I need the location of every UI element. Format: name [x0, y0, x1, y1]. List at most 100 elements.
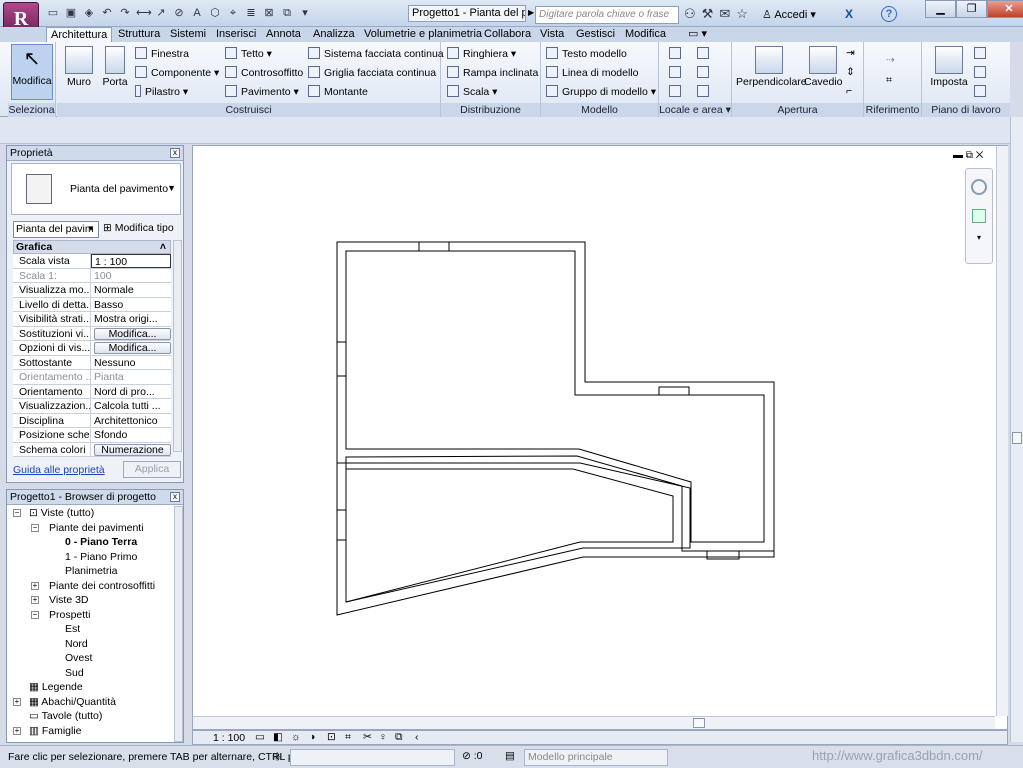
viewer-icon[interactable]: [974, 85, 990, 99]
componente-button[interactable]: Componente ▾: [135, 66, 219, 80]
ribbon-minimize-icon[interactable]: ▭ ▾: [684, 27, 711, 42]
tab-vista[interactable]: Vista: [536, 27, 568, 42]
tab-inserisci[interactable]: Inserisci: [212, 27, 260, 42]
collapse-icon[interactable]: −: [13, 509, 21, 517]
room-icon[interactable]: [669, 47, 685, 61]
property-value[interactable]: Mostra origi...: [91, 312, 171, 326]
open-icon[interactable]: ▭: [46, 6, 60, 20]
property-value[interactable]: Normale: [91, 283, 171, 297]
modifica-button[interactable]: Modifica...: [94, 327, 171, 340]
collapse-icon[interactable]: −: [31, 523, 39, 532]
temporary-hide-icon[interactable]: ✂: [363, 731, 372, 744]
testo-modello-button[interactable]: Testo modello: [546, 47, 627, 61]
gruppo-modello-button[interactable]: Gruppo di modello ▾: [546, 85, 656, 99]
tab-sistemi[interactable]: Sistemi: [166, 27, 210, 42]
visual-style-icon[interactable]: ◧: [273, 731, 283, 744]
design-option-dropdown[interactable]: Modello principale: [524, 749, 668, 766]
tree-node-prospetti[interactable]: − Prospetti: [7, 608, 173, 623]
crop-view-icon[interactable]: ⊡: [327, 731, 336, 744]
tab-annota[interactable]: Annota: [262, 27, 305, 42]
panel-label-locale-area[interactable]: Locale e area ▾: [659, 103, 731, 117]
perpendicolare-button[interactable]: Perpendicolare: [736, 46, 807, 88]
tab-gestisci[interactable]: Gestisci: [572, 27, 619, 42]
ringhiera-button[interactable]: Ringhiera ▾: [447, 47, 516, 61]
tree-node-abachi[interactable]: + ▦ Abachi/Quantità: [7, 695, 173, 710]
tree-node-piante-pavimenti[interactable]: − Piante dei pavimenti: [7, 521, 173, 536]
tree-node-ovest[interactable]: Ovest: [7, 651, 173, 666]
porta-button[interactable]: Porta: [99, 46, 131, 88]
tree-node-planimetria[interactable]: Planimetria: [7, 564, 173, 579]
save-icon[interactable]: ▣: [64, 6, 78, 20]
property-value-input[interactable]: 1 : 100: [91, 254, 171, 268]
tree-node-viste[interactable]: − ⊡ Viste (tutto): [7, 506, 173, 521]
expand-icon[interactable]: +: [13, 697, 21, 706]
binoculars-icon[interactable]: ⚇: [684, 6, 696, 22]
finestra-button[interactable]: Finestra: [135, 47, 189, 61]
tetto-button[interactable]: Tetto ▾: [225, 47, 272, 61]
tree-node-viste-3d[interactable]: + Viste 3D: [7, 593, 173, 608]
modifica-button[interactable]: ↖ Modifica: [11, 44, 53, 100]
grid-icon[interactable]: ⌗: [886, 74, 892, 87]
drawing-area[interactable]: ▬ ⧉ ✕ ▾: [192, 145, 1008, 730]
muro-button[interactable]: Muro: [61, 46, 97, 88]
pavimento-button[interactable]: Pavimento ▾: [225, 85, 299, 99]
cavedio-button[interactable]: Cavedio: [804, 46, 843, 88]
reveal-hidden-icon[interactable]: ♀: [379, 731, 387, 744]
tab-architettura[interactable]: Architettura: [46, 27, 113, 43]
favorites-icon[interactable]: ☆: [736, 6, 748, 22]
linea-modello-button[interactable]: Linea di modello: [546, 66, 638, 80]
property-value[interactable]: Basso: [91, 297, 171, 311]
property-value[interactable]: Nord di pro...: [91, 384, 171, 398]
undo-icon[interactable]: ↶: [100, 6, 114, 20]
detail-level-icon[interactable]: ▭: [255, 731, 265, 744]
close-hidden-icon[interactable]: ⊠: [262, 6, 276, 20]
properties-scrollbar[interactable]: [173, 240, 182, 452]
property-value[interactable]: Nessuno: [91, 355, 171, 369]
edit-type-button[interactable]: ⊞ Modifica tipo: [103, 222, 174, 234]
view-scale-button[interactable]: 1 : 100: [213, 732, 245, 745]
horizontal-scrollbar[interactable]: [193, 716, 995, 729]
scroll-thumb[interactable]: [1012, 432, 1022, 444]
communication-icon[interactable]: ✉: [719, 6, 730, 22]
shadows-icon[interactable]: ◑: [309, 731, 315, 744]
dropdown-icon[interactable]: ▾: [298, 6, 312, 20]
wall-opening-icon[interactable]: ⇥: [846, 47, 855, 60]
sync-icon[interactable]: ◈: [82, 6, 96, 20]
exchange-apps-icon[interactable]: X: [845, 7, 853, 21]
property-value[interactable]: Calcola tutti ...: [91, 399, 171, 413]
help-icon[interactable]: ?: [881, 6, 897, 22]
expand-icon[interactable]: +: [31, 596, 39, 604]
chevron-right-icon[interactable]: ▶: [528, 8, 534, 17]
worksets-icon[interactable]: ⚛: [272, 750, 283, 764]
area-icon[interactable]: [697, 47, 713, 61]
sun-path-icon[interactable]: ☼: [291, 731, 301, 744]
canvas-vertical-scrollbar[interactable]: [996, 146, 1008, 716]
tab-volumetrie[interactable]: Volumetrie e planimetria: [360, 27, 486, 42]
thin-lines-icon[interactable]: ≣: [244, 6, 258, 20]
properties-help-link[interactable]: Guida alle proprietà: [13, 464, 105, 476]
controsoffitto-button[interactable]: Controsoffitto: [225, 66, 303, 80]
search-input[interactable]: Digitare parola chiave o frase: [535, 6, 679, 24]
sign-in[interactable]: ♙ Accedi ▾: [762, 8, 816, 21]
tab-analizza[interactable]: Analizza: [309, 27, 359, 42]
section-icon[interactable]: ⌖: [226, 6, 240, 20]
tree-node-controsoffitti[interactable]: + Piante dei controsoffitti: [7, 579, 173, 594]
dormer-icon[interactable]: ⌐: [846, 85, 852, 98]
montante-button[interactable]: Montante: [308, 85, 368, 99]
tree-node-nord[interactable]: Nord: [7, 637, 173, 652]
level-icon[interactable]: ⇢: [886, 54, 895, 67]
tab-modifica[interactable]: Modifica: [621, 27, 670, 42]
tab-collabora[interactable]: Collabora: [480, 27, 535, 42]
expand-icon[interactable]: +: [31, 581, 39, 590]
rampa-button[interactable]: Rampa inclinata: [447, 66, 538, 80]
subscription-icon[interactable]: ⚒: [702, 6, 714, 22]
measure-icon[interactable]: ⟷: [136, 6, 152, 20]
tree-node-legende[interactable]: ▦ Legende: [7, 680, 173, 695]
room-tag-icon[interactable]: [669, 85, 685, 99]
tree-node-piano-primo[interactable]: 1 - Piano Primo: [7, 550, 173, 565]
design-options-icon[interactable]: ▤: [505, 750, 515, 762]
switch-windows-icon[interactable]: ⧉: [280, 6, 294, 20]
show-crop-icon[interactable]: ⌗: [345, 731, 351, 744]
browser-scrollbar[interactable]: [174, 506, 183, 742]
redo-icon[interactable]: ↷: [118, 6, 132, 20]
